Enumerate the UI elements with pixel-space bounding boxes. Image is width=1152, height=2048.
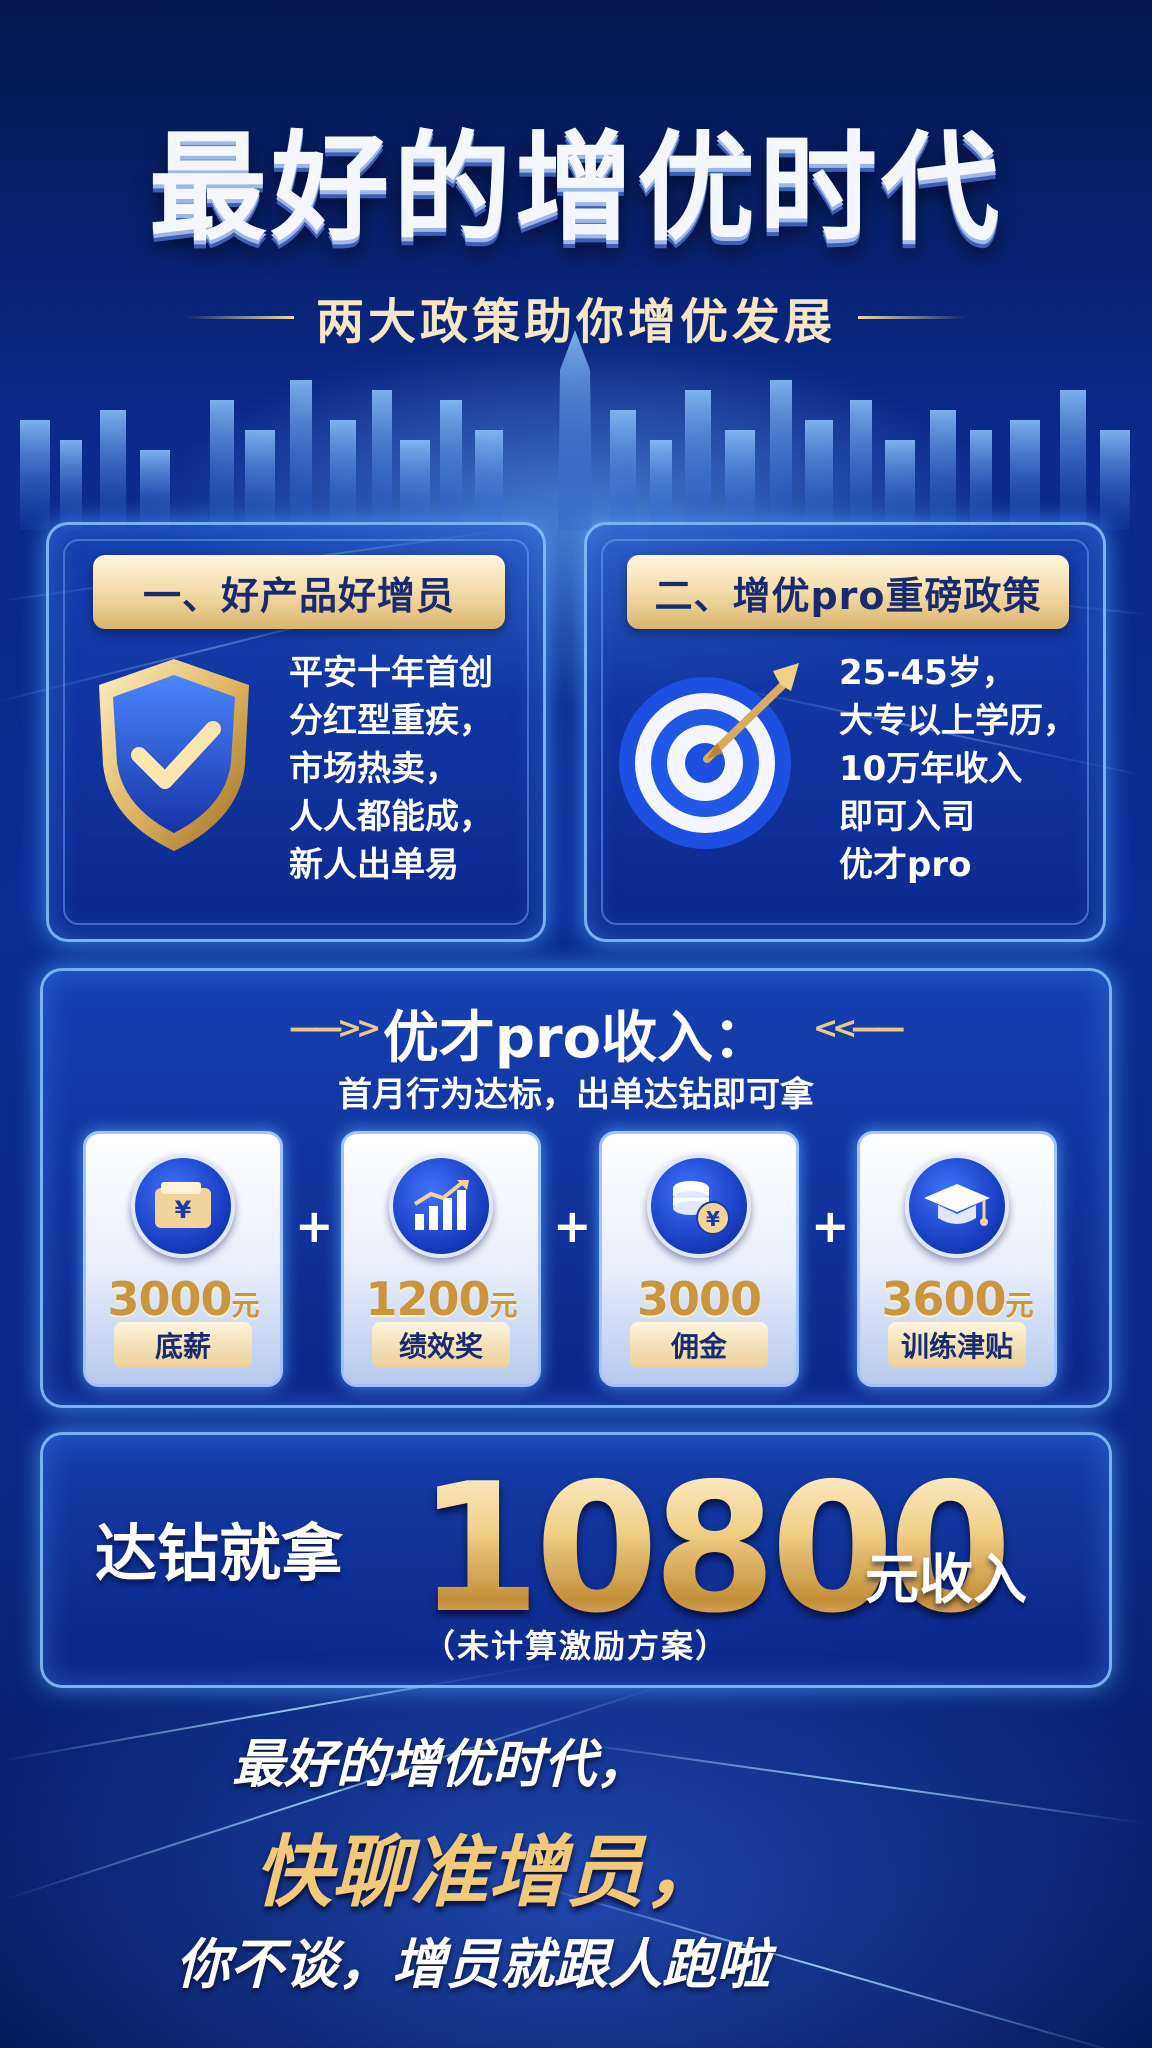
income-amount: 3600元 [860, 1272, 1054, 1326]
policy-panel-pro: 二、增优pro重磅政策 25-45岁， 大专以上学历， 10万年收入 即可入司 … [584, 522, 1106, 942]
policy-line: 25-45岁， [839, 653, 1016, 693]
page-title: 最好的增优时代 [148, 119, 1003, 257]
amount-value: 3000 [636, 1272, 762, 1326]
policy-description: 25-45岁， 大专以上学历， 10万年收入 即可入司 优才pro [839, 649, 1077, 889]
income-amount: 3000元 [86, 1272, 280, 1326]
policy-line: 即可入司 [839, 797, 975, 837]
subtitle-divider-right [858, 315, 968, 319]
policy-line: 优才pro [839, 845, 972, 885]
amount-unit: 元 [489, 1289, 518, 1322]
policy-line: 市场热卖， [289, 749, 459, 789]
total-suffix: 元收入 [865, 1548, 1027, 1611]
graduation-cap-icon [905, 1154, 1009, 1258]
policy-line: 10万年收入 [839, 749, 1023, 789]
income-label: 底薪 [114, 1322, 252, 1368]
total-prefix: 达钻就拿 [95, 1517, 344, 1590]
svg-text:¥: ¥ [175, 1196, 192, 1224]
policy-line: 大专以上学历， [839, 701, 1077, 741]
income-label: 绩效奖 [372, 1322, 510, 1368]
income-label: 训练津贴 [888, 1322, 1026, 1368]
policy-line: 新人出单易 [289, 845, 459, 885]
wallet-yuan-icon: ¥ [131, 1154, 235, 1258]
income-amount: 1200元 [344, 1272, 538, 1326]
slogan-line-1: 最好的增优时代， [232, 1734, 649, 1795]
income-amount: 3000 [602, 1272, 796, 1326]
subtitle-divider-left [183, 315, 294, 319]
policy-tag: 一、好产品好增员 [93, 555, 505, 629]
amount-value: 1200 [365, 1272, 490, 1326]
income-subheader: 首月行为达标，出单达钻即可拿 [43, 1067, 1109, 1116]
coins-yuan-icon: ¥ [647, 1154, 751, 1258]
city-skyline-image [20, 330, 1130, 530]
income-header: 优才pro收入： [43, 993, 1109, 1074]
total-note: （未计算激励方案） [422, 1627, 729, 1665]
page-subtitle: 两大政策助你增优发展 [315, 294, 836, 350]
income-card-commission: ¥ 3000 佣金 [599, 1131, 799, 1387]
income-card-training: 3600元 训练津贴 [857, 1131, 1057, 1387]
plus-sign: + [295, 1199, 334, 1253]
income-panel: ——>> <<—— 优才pro收入： 首月行为达标，出单达钻即可拿 ¥ 3000… [40, 968, 1112, 1408]
policy-description: 平安十年首创 分红型重疾， 市场热卖， 人人都能成， 新人出单易 [289, 649, 493, 889]
amount-value: 3600 [881, 1272, 1006, 1326]
slogan-line-2: 快聊准增员， [254, 1827, 723, 1918]
target-arrow-icon [619, 663, 799, 849]
policy-tag: 二、增优pro重磅政策 [627, 555, 1069, 629]
income-label: 佣金 [630, 1322, 768, 1368]
amount-value: 3000 [107, 1272, 232, 1326]
income-card-performance: 1200元 绩效奖 [341, 1131, 541, 1387]
shield-check-icon [99, 659, 249, 851]
policy-line: 分红型重疾， [289, 701, 493, 741]
amount-unit: 元 [231, 1289, 260, 1322]
total-income-panel: 达钻就拿 10800 元收入 （未计算激励方案） [40, 1432, 1112, 1688]
plus-sign: + [553, 1199, 592, 1253]
plus-sign: + [811, 1199, 850, 1253]
amount-unit: 元 [1005, 1289, 1034, 1322]
income-title: 优才pro收入： [382, 1006, 770, 1071]
policy-line: 平安十年首创 [289, 653, 493, 693]
svg-text:¥: ¥ [706, 1207, 720, 1231]
income-subtitle: 首月行为达标，出单达钻即可拿 [338, 1075, 814, 1115]
slogan-line-3: 你不谈，增员就跟人跑啦 [176, 1932, 770, 1996]
income-card-base-salary: ¥ 3000元 底薪 [83, 1131, 283, 1387]
subtitle-row: 两大政策助你增优发展 [0, 282, 1152, 352]
policy-panel-product: 一、好产品好增员 平安十年首创 分红型重疾， 市场热卖， 人人都能成， 新人出单… [46, 522, 546, 942]
growth-chart-icon [389, 1154, 493, 1258]
policy-line: 人人都能成， [289, 797, 493, 837]
